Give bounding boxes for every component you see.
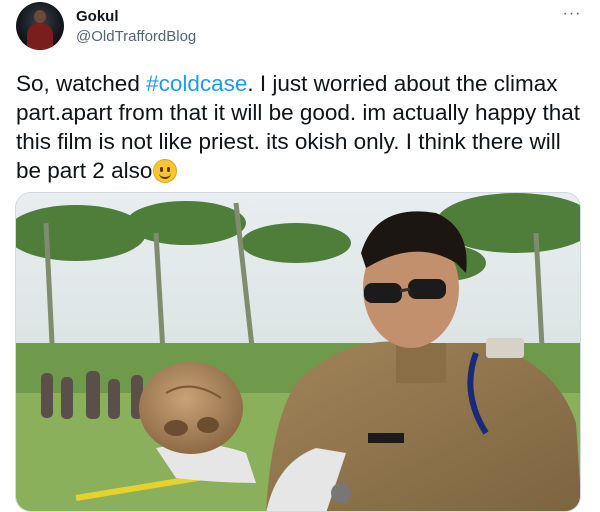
tweet-text: So, watched #coldcase. I just worried ab…	[16, 69, 586, 185]
author-avatar[interactable]	[16, 2, 64, 50]
author-name[interactable]: Gokul	[76, 8, 119, 25]
more-options-icon[interactable]: ···	[560, 4, 584, 24]
tweet-media-photo[interactable]	[15, 192, 581, 512]
avatar-figure-body	[27, 23, 53, 50]
movie-still-image	[16, 193, 580, 511]
author-handle[interactable]: @OldTraffordBlog	[76, 28, 196, 45]
hashtag-link[interactable]: #coldcase	[146, 71, 247, 96]
tweet-card[interactable]: Gokul @OldTraffordBlog ··· So, watched #…	[0, 0, 600, 512]
avatar-figure-head	[34, 10, 46, 23]
slightly-smiling-face-emoji-icon	[153, 159, 178, 183]
tweet-text-before: So, watched	[16, 71, 147, 96]
